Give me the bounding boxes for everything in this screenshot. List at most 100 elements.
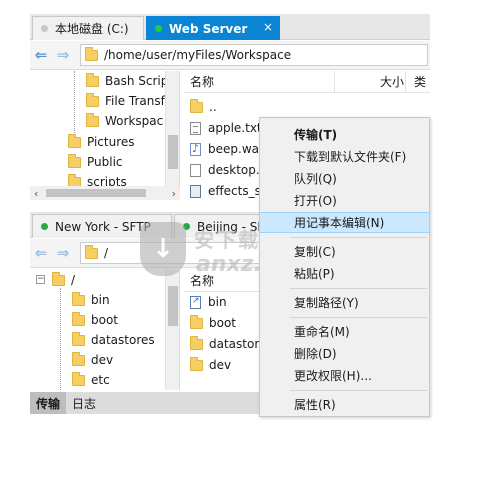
column-divider[interactable] — [334, 71, 335, 93]
folder-icon — [72, 291, 85, 306]
connected-dot-icon — [183, 223, 190, 230]
tree-horizontal-scrollbar[interactable]: ‹ › — [30, 186, 180, 200]
file-row-selected[interactable]: apple.txt — [190, 118, 262, 138]
collapse-icon[interactable]: − — [36, 275, 45, 284]
tab-label: 本地磁盘 (C:) — [55, 22, 129, 36]
bottom-folder-tree: − / bin boot datastores dev etc — [30, 270, 180, 390]
menu-item-transfer[interactable]: 传输(T) — [260, 124, 429, 145]
folder-icon — [85, 244, 98, 259]
tree-item[interactable]: Pictures — [68, 132, 135, 152]
tree-item[interactable]: scripts — [68, 172, 127, 186]
link-folder-icon — [190, 295, 201, 309]
tree-item-label: File Transf — [105, 94, 165, 108]
folder-icon — [86, 92, 99, 107]
folder-icon — [190, 98, 203, 113]
menu-item-open[interactable]: 打开(O) — [260, 190, 429, 211]
tree-item-label: datastores — [91, 333, 155, 347]
tree-item[interactable]: dev — [72, 350, 113, 370]
bottom-path-text: / — [104, 246, 109, 260]
tree-item-label: Public — [87, 155, 123, 169]
tab-web-server[interactable]: Web Server × — [146, 16, 280, 40]
folder-icon — [72, 371, 85, 386]
tree-item-label: / — [71, 273, 76, 287]
tree-item[interactable]: datastores — [72, 330, 155, 350]
file-row[interactable]: desktop. — [190, 160, 260, 180]
tab-log[interactable]: 日志 — [66, 392, 102, 414]
tree-vertical-scrollbar[interactable] — [165, 71, 179, 186]
scroll-right-icon[interactable]: › — [172, 187, 176, 200]
tab-local-disk[interactable]: 本地磁盘 (C:) — [32, 16, 144, 40]
context-menu: 传输(T) 下载到默认文件夹(F) 队列(Q) 打开(O) 用记事本编辑(N) … — [259, 117, 430, 417]
folder-icon — [190, 335, 203, 350]
tree-vertical-scrollbar[interactable] — [165, 270, 179, 390]
tree-item-selected[interactable]: Workspac — [86, 111, 163, 131]
tree-item-label: Bash Scrip — [105, 74, 169, 88]
tree-item[interactable]: etc — [72, 370, 110, 390]
file-row[interactable]: effects_sa — [190, 181, 268, 201]
tab-label: Web Server — [169, 21, 248, 36]
menu-separator — [290, 390, 427, 391]
file-name: desktop. — [208, 163, 260, 177]
file-row[interactable]: datastore — [190, 334, 266, 354]
file-row[interactable]: dev — [190, 355, 231, 375]
folder-icon — [86, 72, 99, 87]
menu-item-delete[interactable]: 删除(D) — [260, 343, 429, 364]
menu-item-copy-path[interactable]: 复制路径(Y) — [260, 292, 429, 313]
menu-item-properties[interactable]: 属性(R) — [260, 394, 429, 415]
column-name-header[interactable]: 名称 — [190, 73, 214, 90]
file-row[interactable]: .. — [190, 97, 217, 117]
folder-icon — [68, 173, 81, 186]
tree-line — [60, 288, 61, 390]
scrollbar-thumb[interactable] — [46, 189, 146, 197]
tree-item[interactable]: Public — [68, 152, 123, 172]
menu-item-paste[interactable]: 粘贴(P) — [260, 263, 429, 284]
file-icon — [190, 163, 201, 177]
menu-item-copy[interactable]: 复制(C) — [260, 241, 429, 262]
tab-new-york-sftp[interactable]: New York - SFTP — [32, 214, 172, 238]
back-arrow-icon[interactable]: ⇐ — [30, 244, 52, 262]
file-name: .. — [209, 100, 217, 114]
top-address-bar: ⇐ ⇒ /home/user/myFiles/Workspace — [30, 41, 430, 70]
tab-label: New York - SFTP — [55, 219, 151, 234]
folder-icon — [72, 331, 85, 346]
menu-item-rename[interactable]: 重命名(M) — [260, 321, 429, 342]
tree-item-label: bin — [91, 293, 110, 307]
tree-line — [74, 71, 75, 133]
folder-icon — [190, 314, 203, 329]
file-list-header: 名称 ^ 大小 类 — [184, 71, 430, 93]
column-type-header[interactable]: 类 — [414, 73, 426, 90]
file-name: datastore — [209, 337, 267, 351]
tree-item[interactable]: Bash Scrip — [86, 71, 168, 91]
column-name-header[interactable]: 名称 — [190, 272, 214, 289]
menu-item-queue[interactable]: 队列(Q) — [260, 168, 429, 189]
top-tab-bar: 本地磁盘 (C:) Web Server × — [30, 14, 430, 40]
scroll-left-icon[interactable]: ‹ — [34, 187, 38, 200]
back-arrow-icon[interactable]: ⇐ — [30, 46, 52, 64]
tree-item[interactable]: File Transf — [86, 91, 165, 111]
column-size-header[interactable]: 大小 — [380, 73, 404, 90]
column-divider[interactable] — [405, 71, 406, 93]
scrollbar-thumb[interactable] — [168, 135, 178, 169]
tab-transfer[interactable]: 传输 — [30, 392, 67, 414]
folder-icon — [68, 133, 81, 148]
forward-arrow-icon[interactable]: ⇒ — [52, 46, 74, 64]
folder-icon — [52, 271, 65, 286]
top-folder-tree: Bash Scrip File Transf Workspac Pictures… — [30, 71, 180, 186]
executable-file-icon — [190, 184, 201, 198]
menu-item-edit-notepad[interactable]: 用记事本编辑(N) — [260, 212, 429, 233]
file-row[interactable]: beep.wav — [190, 139, 266, 159]
forward-arrow-icon[interactable]: ⇒ — [52, 244, 74, 262]
tree-item[interactable]: / — [52, 270, 75, 290]
menu-separator — [290, 317, 427, 318]
menu-item-change-permissions[interactable]: 更改权限(H)... — [260, 365, 429, 386]
tree-item[interactable]: boot — [72, 310, 118, 330]
file-row[interactable]: bin — [190, 292, 227, 312]
file-row[interactable]: boot — [190, 313, 236, 333]
close-tab-icon[interactable]: × — [263, 20, 273, 34]
audio-file-icon — [190, 142, 201, 156]
top-path-field[interactable]: /home/user/myFiles/Workspace — [80, 44, 428, 66]
scrollbar-thumb[interactable] — [168, 286, 178, 326]
menu-item-download-default[interactable]: 下载到默认文件夹(F) — [260, 146, 429, 167]
folder-icon — [72, 351, 85, 366]
tree-item[interactable]: bin — [72, 290, 110, 310]
